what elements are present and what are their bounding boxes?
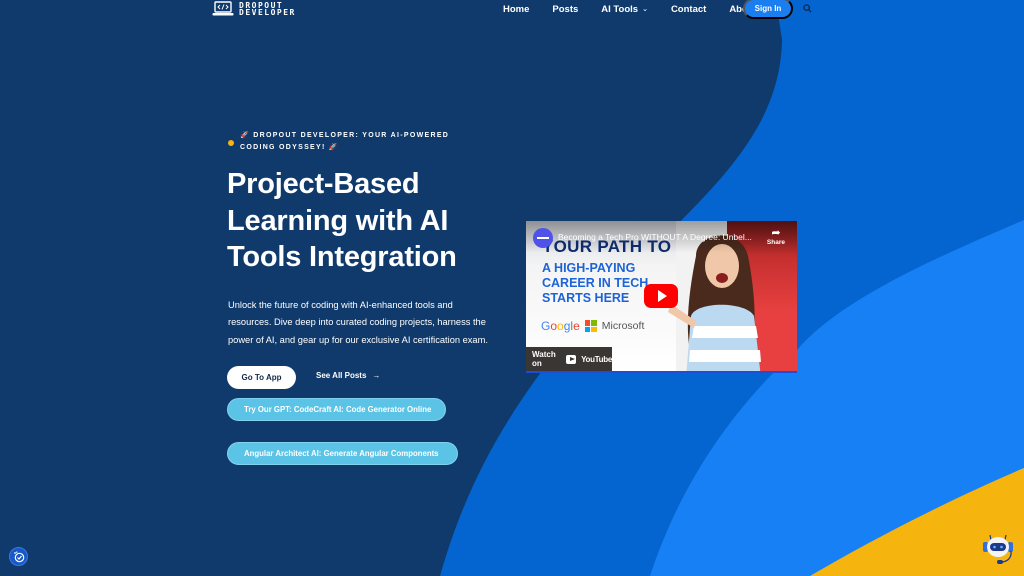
watch-on-label: Watch on [532,350,556,368]
subline-3: STARTS HERE [542,291,630,305]
nav-posts-label: Posts [552,3,579,15]
background-shapes [0,0,1024,576]
go-to-app-button[interactable]: Go To App [227,366,296,389]
robot-chat-icon[interactable] [980,532,1016,566]
microsoft-label: Microsoft [601,320,645,332]
logo-text: DROPOUT DEVELOPER [239,2,296,17]
hero-description: Unlock the future of coding with AI-enha… [228,300,488,345]
nav-home[interactable]: Home [503,4,529,15]
video-progress-bar [526,371,797,373]
microsoft-logo-icon [584,320,597,332]
play-button[interactable] [644,284,678,308]
chevron-down-icon: ⌄ [642,6,648,13]
video-title[interactable]: Becoming a Tech Pro WITHOUT A Degree: Un… [558,232,752,242]
accessibility-icon [13,551,24,562]
main-nav: Home Posts AI Tools⌄ Contact About [503,1,780,17]
youtube-video-embed[interactable]: YOUR PATH TO A HIGH-PAYING CAREER IN TEC… [526,221,797,373]
watch-on-youtube-button[interactable]: Watch on YouTube [526,347,612,371]
tagline-dot [228,140,234,146]
youtube-logo-icon [566,354,577,364]
angular-architect-button[interactable]: Angular Architect AI: Generate Angular C… [227,442,458,465]
nav-ai-tools-label: AI Tools [601,3,639,15]
subline-2: CAREER IN TECH [542,276,649,290]
site-header: DROPOUT DEVELOPER Home Posts AI Tools ⌄ C… [0,0,1024,20]
channel-avatar[interactable] [533,228,553,248]
logo-line-2: DEVELOPER [239,8,296,17]
hero-title: Project-Based Learning with AI Tools Int… [227,168,457,273]
sign-in-button[interactable]: Sign In [743,0,793,19]
tagline-text: 🚀 DROPOUT DEVELOPER: YOUR AI-POWERED COD… [240,132,450,151]
codecraft-gpt-button[interactable]: Try Our GPT: CodeCraft AI: Code Generato… [227,398,446,421]
nav-posts[interactable]: Posts [552,4,578,15]
video-thumb-subline: A HIGH-PAYING CAREER IN TECH STARTS HERE [542,261,648,306]
arrow-right-icon: → [372,371,381,380]
share-label: Share [766,239,785,246]
hero-tagline: 🚀 DROPOUT DEVELOPER: YOUR AI-POWERED COD… [228,130,488,154]
nav-contact-label: Contact [670,3,707,15]
see-all-posts-link[interactable]: See All Posts → [316,371,380,380]
see-all-posts-label: See All Posts [316,371,367,380]
nav-home-label: Home [503,3,530,15]
share-button[interactable]: ➦ Share [766,227,785,247]
accessibility-button[interactable] [9,547,28,566]
share-icon: ➦ [771,227,781,239]
google-logo: Google [541,319,580,333]
nav-contact[interactable]: Contact [671,4,706,15]
laptop-code-icon [212,1,234,16]
nav-ai-tools[interactable]: AI Tools ⌄ [601,4,648,15]
subline-1: A HIGH-PAYING [542,261,636,275]
search-icon[interactable] [803,4,812,13]
youtube-label: YouTube [581,354,612,364]
video-thumb-brands: Google Microsoft [541,319,644,333]
site-logo[interactable]: DROPOUT DEVELOPER [212,0,296,18]
